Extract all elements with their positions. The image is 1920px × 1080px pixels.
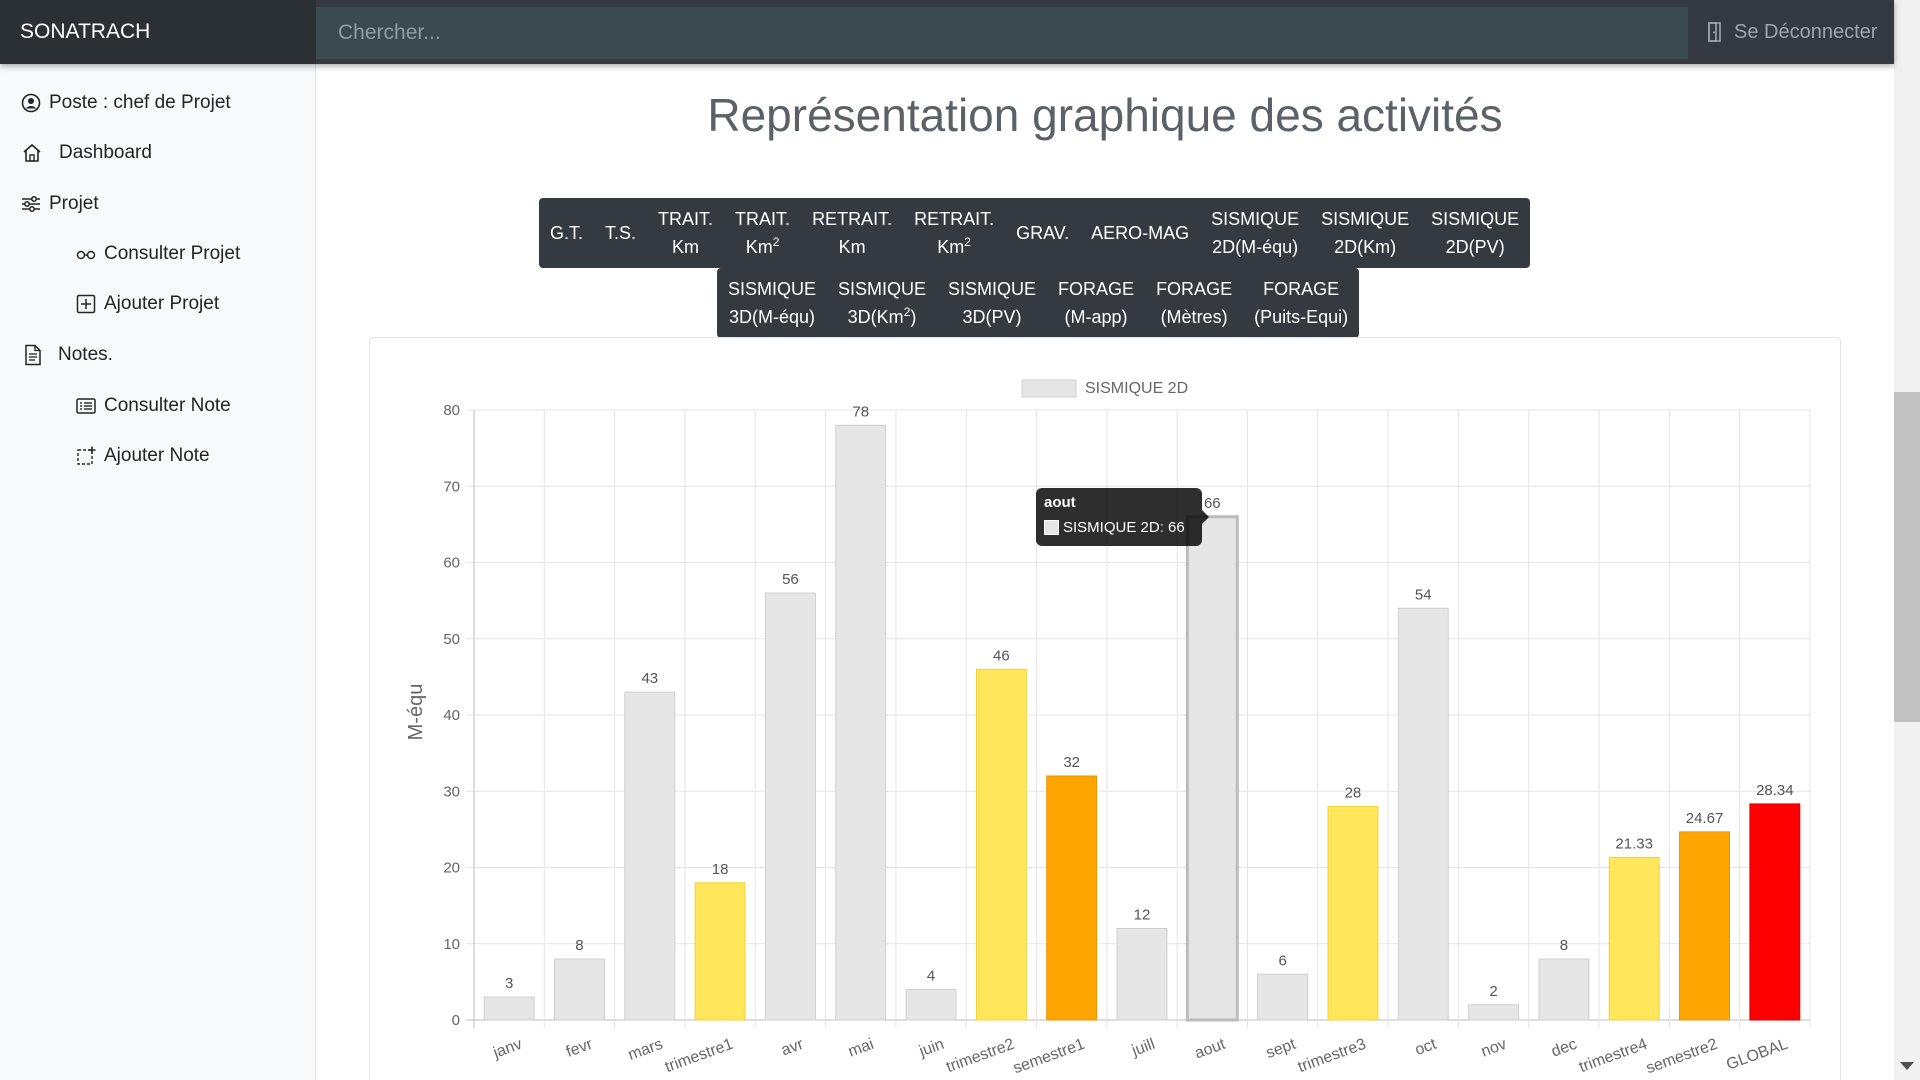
- bar-oct[interactable]: [1397, 607, 1449, 1021]
- x-tick-label: semestre1: [1011, 1036, 1087, 1078]
- bar-juill[interactable]: [1116, 928, 1168, 1021]
- x-tick-label: mai: [846, 1036, 876, 1061]
- x-tick-label: oct: [1413, 1036, 1439, 1059]
- y-axis-label: M-équ: [405, 684, 427, 741]
- y-tick-label: 20: [443, 860, 460, 877]
- value-label: 8: [1560, 937, 1568, 954]
- search-input[interactable]: [316, 7, 1688, 59]
- value-label: 56: [782, 571, 799, 588]
- value-label: 4: [927, 968, 935, 985]
- y-tick-label: 10: [443, 936, 460, 953]
- bar-juin[interactable]: [905, 989, 957, 1021]
- bar-nov[interactable]: [1468, 1004, 1520, 1021]
- value-label: 3: [505, 975, 513, 992]
- bar-semestre2[interactable]: [1679, 831, 1730, 1021]
- value-label: 21.33: [1615, 835, 1653, 852]
- chart-tooltip: aout SISMIQUE 2D: 66: [1036, 488, 1209, 546]
- value-label: 6: [1278, 952, 1286, 969]
- bar-trimestre1[interactable]: [694, 882, 746, 1021]
- bar-fevr[interactable]: [554, 958, 605, 1021]
- bar-avr[interactable]: [764, 592, 816, 1021]
- bar-trimestre3[interactable]: [1327, 806, 1379, 1021]
- legend-label[interactable]: SISMIQUE 2D: [1085, 380, 1188, 397]
- bar-trimestre4[interactable]: [1608, 856, 1660, 1021]
- bar-mars[interactable]: [624, 691, 676, 1021]
- value-label: 54: [1415, 586, 1432, 603]
- logout-button[interactable]: Se Déconnecter: [1706, 0, 1877, 64]
- bar-aout[interactable]: [1185, 515, 1239, 1022]
- value-label: 28: [1345, 785, 1362, 802]
- y-tick-label: 60: [443, 555, 460, 572]
- value-label: 8: [575, 937, 583, 954]
- logout-label: Se Déconnecter: [1734, 21, 1878, 43]
- bar-trimestre2[interactable]: [975, 668, 1027, 1021]
- bar-mai[interactable]: [835, 424, 887, 1021]
- x-tick-label: nov: [1479, 1036, 1509, 1061]
- value-label: 18: [712, 861, 729, 878]
- value-label: 32: [1063, 754, 1080, 771]
- y-tick-label: 80: [443, 402, 460, 419]
- legend-swatch[interactable]: [1021, 379, 1077, 398]
- top-navbar: SONATRACH Se Déconnecter: [0, 0, 1894, 64]
- x-tick-label: trimestre3: [1296, 1036, 1369, 1076]
- bar-GLOBAL[interactable]: [1749, 803, 1801, 1021]
- tooltip-text: SISMIQUE 2D: 66: [1063, 519, 1185, 536]
- x-tick-label: sept: [1264, 1036, 1299, 1063]
- x-tick-label: juill: [1129, 1036, 1157, 1060]
- x-tick-label: janv: [490, 1036, 524, 1062]
- x-tick-label: GLOBAL: [1724, 1036, 1790, 1074]
- y-tick-label: 0: [452, 1012, 460, 1029]
- value-label: 43: [641, 670, 658, 687]
- bar-dec[interactable]: [1538, 958, 1590, 1021]
- y-tick-label: 50: [443, 631, 460, 648]
- x-tick-label: aout: [1193, 1036, 1229, 1063]
- value-label: 78: [852, 403, 869, 420]
- value-label: 2: [1489, 983, 1497, 1000]
- y-tick-label: 70: [443, 478, 460, 495]
- x-tick-label: dec: [1549, 1036, 1579, 1061]
- value-label: 12: [1134, 907, 1151, 924]
- x-tick-label: trimestre4: [1577, 1036, 1650, 1076]
- bar-janv[interactable]: [483, 996, 535, 1021]
- brand-logo[interactable]: SONATRACH: [0, 0, 316, 64]
- tooltip-row: SISMIQUE 2D: 66: [1044, 519, 1185, 536]
- x-tick-label: mars: [626, 1036, 665, 1064]
- y-tick-label: 30: [443, 783, 460, 800]
- door-icon: [1708, 22, 1721, 42]
- x-tick-label: trimestre2: [944, 1036, 1017, 1076]
- tooltip-caret: [1202, 510, 1209, 524]
- x-tick-label: trimestre1: [663, 1036, 736, 1076]
- tooltip-title: aout: [1044, 494, 1076, 511]
- x-tick-label: avr: [779, 1036, 806, 1060]
- x-tick-label: semestre2: [1644, 1036, 1720, 1078]
- bar-chart: 3843185678446321266628542821.3324.6728.3…: [405, 379, 1811, 1078]
- x-tick-label: juin: [916, 1036, 946, 1061]
- bar-semestre1[interactable]: [1046, 775, 1098, 1021]
- y-tick-label: 40: [443, 707, 460, 724]
- tooltip-swatch: [1044, 520, 1059, 535]
- value-label: 24.67: [1686, 810, 1724, 827]
- bar-sept[interactable]: [1257, 973, 1309, 1021]
- x-tick-label: fevr: [564, 1036, 596, 1061]
- value-label: 46: [993, 647, 1010, 664]
- value-label: 28.34: [1756, 782, 1794, 799]
